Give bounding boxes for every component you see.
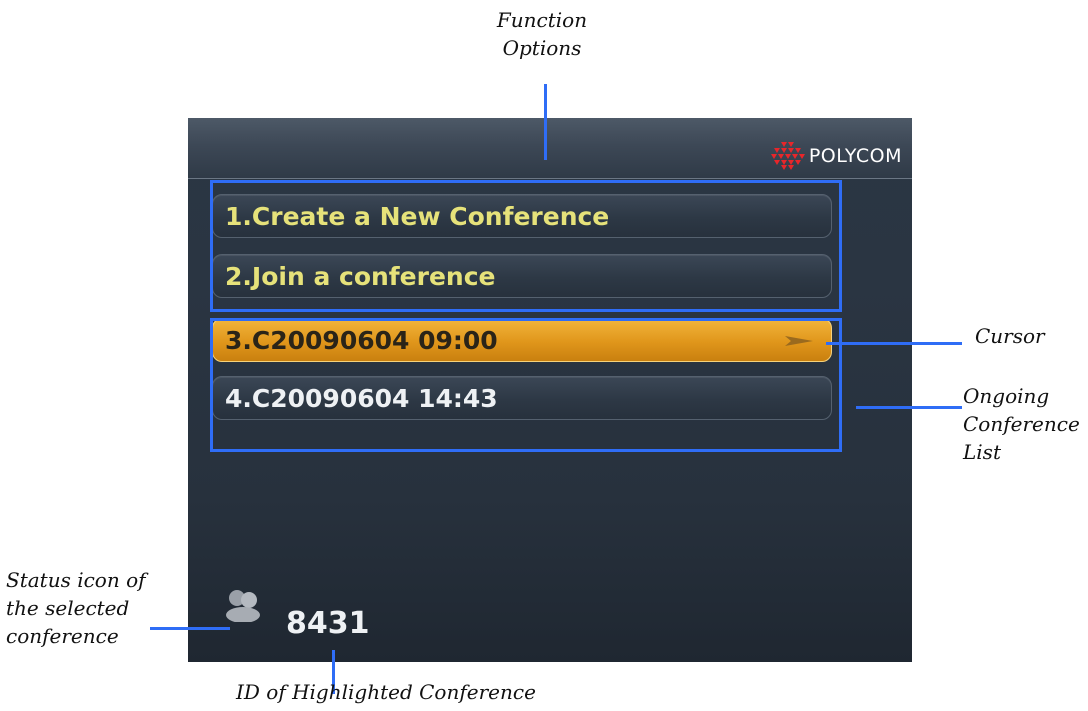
- status-icon-caption: Status icon of the selected conference: [6, 566, 146, 650]
- caption-line: Ongoing: [963, 384, 1050, 408]
- caption-line: the selected: [6, 596, 130, 620]
- conference-id: 8431: [286, 606, 370, 641]
- caption-line: List: [963, 440, 1001, 464]
- caption-line: Status icon of: [6, 568, 146, 592]
- people-icon: [226, 590, 260, 622]
- conference-list-leader: [856, 406, 962, 409]
- status-icon-leader: [150, 627, 230, 630]
- brand-name: POLYCOM: [808, 145, 902, 167]
- cursor-caption: Cursor: [975, 324, 1045, 348]
- polycom-logo-icon: [770, 142, 805, 170]
- caption-line: conference: [6, 624, 119, 648]
- function-options-leader: [544, 84, 547, 160]
- caption-line: Function: [496, 8, 588, 32]
- caption-line: Options: [502, 36, 582, 60]
- function-options-outline: [210, 180, 842, 312]
- conference-list-caption: Ongoing Conference List: [963, 382, 1080, 466]
- function-options-caption: Function Options: [482, 6, 602, 62]
- caption-line: Conference: [963, 412, 1080, 436]
- conference-id-caption: ID of Highlighted Conference: [236, 680, 536, 704]
- cursor-leader: [826, 342, 962, 345]
- top-bar: POLYCOM: [188, 118, 912, 179]
- polycom-logo: POLYCOM: [769, 142, 902, 170]
- conference-list-outline: [210, 318, 842, 452]
